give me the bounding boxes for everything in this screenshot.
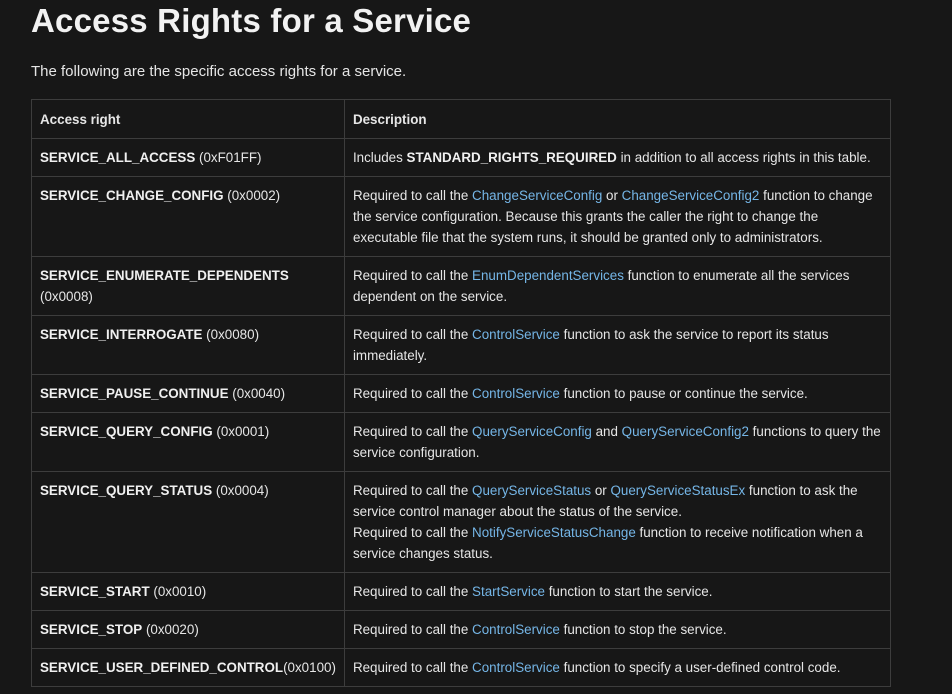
description-text: Required to call the — [352, 188, 473, 203]
table-row: SERVICE_CHANGE_CONFIG (0x0002) Required t… — [31, 176, 892, 257]
function-link[interactable]: QueryServiceStatus — [472, 483, 591, 498]
access-right-cell: SERVICE_INTERROGATE (0x0080) — [31, 315, 345, 375]
description-text: and — [591, 424, 622, 439]
description-cell: Required to call the QueryServiceConfig … — [343, 412, 892, 472]
access-right-cell: SERVICE_ALL_ACCESS (0xF01FF) — [31, 138, 345, 177]
page-title: Access Rights for a Service — [31, 2, 472, 39]
table-row: SERVICE_INTERROGATE (0x0080) Required to … — [31, 315, 892, 375]
description-text: function to specify a user-defined contr… — [559, 660, 841, 675]
access-right-value: (0x0100) — [283, 660, 336, 675]
table-row: SERVICE_USER_DEFINED_CONTROL(0x0100) Requ… — [31, 648, 892, 687]
access-right-name: SERVICE_USER_DEFINED_CONTROL — [40, 660, 284, 675]
function-link[interactable]: ChangeServiceConfig2 — [622, 188, 760, 203]
description-cell: Required to call the EnumDependentServic… — [343, 256, 892, 316]
description-cell: Required to call the StartService functi… — [343, 572, 892, 611]
access-right-value: (0x0008) — [40, 289, 93, 304]
description-cell: Required to call the ControlService func… — [343, 315, 892, 375]
function-link[interactable]: QueryServiceConfig — [472, 424, 592, 439]
access-right-name: SERVICE_ALL_ACCESS — [40, 150, 196, 165]
access-right-name: SERVICE_STOP — [40, 622, 143, 637]
function-link[interactable]: ControlService — [472, 327, 560, 342]
page: Access Rights for a Service The followin… — [0, 0, 952, 694]
intro-text: The following are the specific access ri… — [31, 63, 407, 80]
description-cell: Required to call the ControlService func… — [343, 374, 892, 413]
description-text: function to stop the service. — [559, 622, 727, 637]
table-row: SERVICE_START (0x0010) Required to call t… — [31, 572, 892, 611]
table-row: SERVICE_QUERY_CONFIG (0x0001) Required to… — [31, 412, 892, 472]
description-text: or — [591, 483, 611, 498]
table-header-row: Access right Description — [31, 99, 892, 139]
description-cell: Includes STANDARD_RIGHTS_REQUIRED in add… — [343, 138, 892, 177]
description-text: Includes — [352, 150, 407, 165]
access-right-cell: SERVICE_ENUMERATE_DEPENDENTS (0x0008) — [31, 256, 345, 316]
constant-name: STANDARD_RIGHTS_REQUIRED — [406, 150, 617, 165]
access-right-value: (0x0020) — [142, 622, 199, 637]
description-text: Required to call the — [352, 660, 473, 675]
access-right-name: SERVICE_CHANGE_CONFIG — [40, 188, 224, 203]
access-right-name: SERVICE_QUERY_STATUS — [40, 483, 213, 498]
description-text: Required to call the — [352, 483, 473, 498]
description-text: Required to call the — [352, 327, 473, 342]
description-text: Required to call the — [352, 386, 473, 401]
table-row: SERVICE_ALL_ACCESS (0xF01FF) Includes STA… — [31, 138, 892, 177]
access-right-value: (0x0004) — [212, 483, 269, 498]
access-right-name: SERVICE_START — [40, 584, 150, 599]
access-right-name: SERVICE_INTERROGATE — [40, 327, 203, 342]
function-link[interactable]: ControlService — [472, 622, 560, 637]
description-cell: Required to call the ControlService func… — [343, 610, 892, 649]
table-row: SERVICE_PAUSE_CONTINUE (0x0040) Required … — [31, 374, 892, 413]
access-right-value: (0xF01FF) — [195, 150, 262, 165]
access-right-cell: SERVICE_QUERY_STATUS (0x0004) — [31, 471, 345, 573]
description-cell: Required to call the ControlService func… — [343, 648, 892, 687]
access-right-value: (0x0002) — [223, 188, 281, 203]
description-text: or — [602, 188, 622, 203]
function-link[interactable]: EnumDependentServices — [472, 268, 624, 283]
function-link[interactable]: ControlService — [472, 660, 560, 675]
description-text: function to start the service. — [544, 584, 713, 599]
access-right-cell: SERVICE_USER_DEFINED_CONTROL(0x0100) — [31, 648, 345, 687]
table-row: SERVICE_ENUMERATE_DEPENDENTS (0x0008) Req… — [31, 256, 892, 316]
access-right-value: (0x0080) — [202, 327, 260, 342]
table-row: SERVICE_STOP (0x0020) Required to call th… — [31, 610, 892, 649]
function-link[interactable]: QueryServiceStatusEx — [610, 483, 745, 498]
column-header-access-right: Access right — [31, 99, 345, 139]
description-text: Required to call the — [352, 424, 473, 439]
access-right-name: SERVICE_ENUMERATE_DEPENDENTS — [40, 268, 289, 283]
access-right-value: (0x0001) — [212, 424, 270, 439]
table-body: SERVICE_ALL_ACCESS (0xF01FF) Includes STA… — [31, 138, 892, 687]
access-right-cell: SERVICE_START (0x0010) — [31, 572, 345, 611]
function-link[interactable]: QueryServiceConfig2 — [622, 424, 749, 439]
table-row: SERVICE_QUERY_STATUS (0x0004) Required to… — [31, 471, 892, 573]
description-text: function to pause or continue the servic… — [559, 386, 808, 401]
description-text: in addition to all access rights in this… — [616, 150, 871, 165]
access-right-cell: SERVICE_STOP (0x0020) — [31, 610, 345, 649]
column-header-description: Description — [343, 99, 892, 139]
access-rights-table: Access right Description SERVICE_ALL_ACC… — [31, 99, 892, 687]
access-right-cell: SERVICE_PAUSE_CONTINUE (0x0040) — [31, 374, 345, 413]
description-cell: Required to call the QueryServiceStatus … — [343, 471, 892, 573]
access-right-value: (0x0040) — [228, 386, 286, 401]
access-right-name: SERVICE_QUERY_CONFIG — [40, 424, 213, 439]
access-right-value: (0x0010) — [149, 584, 207, 599]
description-cell: Required to call the ChangeServiceConfig… — [343, 176, 892, 257]
access-right-cell: SERVICE_QUERY_CONFIG (0x0001) — [31, 412, 345, 472]
function-link[interactable]: ControlService — [472, 386, 560, 401]
description-text: Required to call the — [352, 268, 473, 283]
function-link[interactable]: StartService — [472, 584, 545, 599]
description-text: Required to call the — [352, 622, 473, 637]
description-text: Required to call the — [352, 525, 473, 540]
access-right-cell: SERVICE_CHANGE_CONFIG (0x0002) — [31, 176, 345, 257]
function-link[interactable]: ChangeServiceConfig — [472, 188, 602, 203]
description-text: Required to call the — [352, 584, 473, 599]
function-link[interactable]: NotifyServiceStatusChange — [472, 525, 636, 540]
access-right-name: SERVICE_PAUSE_CONTINUE — [40, 386, 229, 401]
